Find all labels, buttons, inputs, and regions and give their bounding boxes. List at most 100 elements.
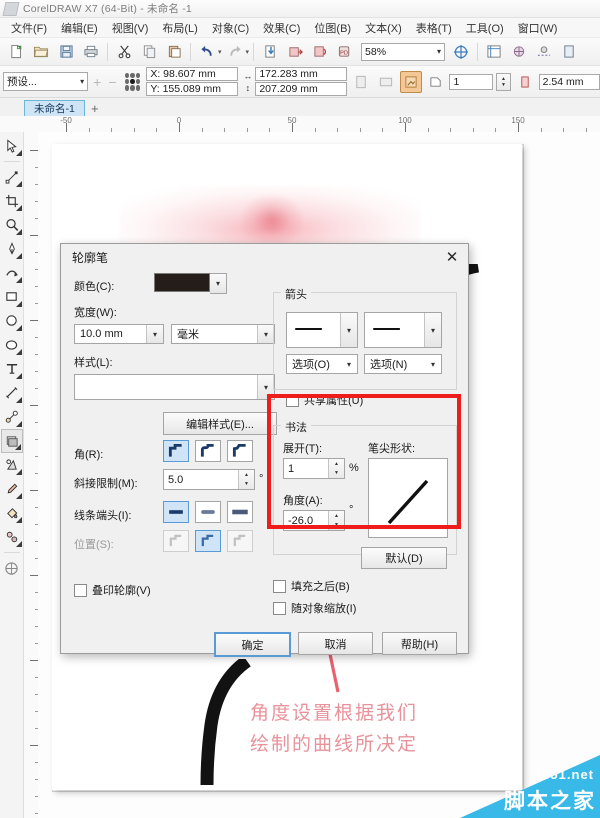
color-eyedropper-tool[interactable]: [1, 477, 23, 501]
undo-button[interactable]: [195, 40, 219, 64]
start-arrow-options-button[interactable]: 选项(O) ▾: [286, 354, 358, 374]
outline-centered-icon[interactable]: [195, 530, 221, 552]
object-width-field[interactable]: 172.283 mm: [255, 67, 348, 81]
clipboard-paste-button[interactable]: [162, 40, 186, 64]
cut-button[interactable]: [112, 40, 136, 64]
bevel-corner-icon[interactable]: [227, 440, 253, 462]
parallel-dimension-tool[interactable]: [1, 381, 23, 405]
width-value-combo[interactable]: 10.0 mm ▾: [74, 324, 164, 344]
open-document-button[interactable]: [29, 40, 53, 64]
object-x-field[interactable]: X: 98.607 mm: [146, 67, 239, 81]
bleed-field[interactable]: 2.54 mm: [538, 73, 600, 90]
checkbox-box[interactable]: [273, 601, 286, 615]
redo-button[interactable]: [223, 40, 247, 64]
ruler-corner-unit-button[interactable]: [0, 116, 24, 132]
object-height-field[interactable]: 207.209 mm: [255, 82, 348, 96]
landscape-orientation-button[interactable]: [375, 71, 397, 93]
butt-cap-icon[interactable]: [163, 501, 189, 523]
import-button[interactable]: [258, 40, 282, 64]
help-button[interactable]: 帮助(H): [382, 632, 457, 655]
behind-fill-checkbox[interactable]: 填充之后(B): [273, 578, 350, 594]
line-caps-options[interactable]: [163, 501, 253, 523]
menu-item-text[interactable]: 文本(X): [358, 18, 409, 38]
color-picker[interactable]: ▾: [154, 273, 227, 294]
menu-item-window[interactable]: 窗口(W): [511, 18, 565, 38]
cancel-button[interactable]: 取消: [298, 632, 373, 655]
straight-line-connector-tool[interactable]: [1, 405, 23, 429]
smart-drawing-tool[interactable]: [1, 525, 23, 549]
zoom-tool[interactable]: [1, 213, 23, 237]
zoom-level-combo[interactable]: 58% ▾: [361, 42, 446, 61]
miter-limit-spinner[interactable]: 5.0 ▲ ▼: [163, 469, 255, 490]
shape-tool[interactable]: [1, 165, 23, 189]
checkbox-box[interactable]: [273, 579, 286, 593]
angle-spinner[interactable]: -26.0 ▲ ▼: [283, 510, 345, 531]
stretch-spinner[interactable]: 1 ▲ ▼: [283, 458, 345, 479]
chevron-down-icon[interactable]: ▾: [341, 355, 357, 373]
outline-pen-flyout[interactable]: [1, 556, 23, 580]
spinner-buttons[interactable]: ▲ ▼: [238, 470, 254, 489]
menu-item-object[interactable]: 对象(C): [205, 18, 256, 38]
round-cap-icon[interactable]: [195, 501, 221, 523]
outline-inside-icon[interactable]: [227, 530, 253, 552]
outline-pen-dialog[interactable]: 轮廓笔 ✕ 颜色(C): ▾ 宽度(W): 10.0 mm ▾ 毫米 ▾ 样式(…: [60, 243, 469, 657]
menu-item-layout[interactable]: 布局(L): [155, 18, 204, 38]
page-count-spinner[interactable]: ▲ ▼: [496, 72, 511, 91]
close-icon[interactable]: ✕: [442, 247, 462, 267]
smart-fill-tool[interactable]: [1, 261, 23, 285]
export-button[interactable]: [283, 40, 307, 64]
menu-item-bitmaps[interactable]: 位图(B): [307, 18, 358, 38]
square-cap-icon[interactable]: [227, 501, 253, 523]
transparency-tool[interactable]: [1, 453, 23, 477]
checkbox-box[interactable]: [74, 583, 87, 597]
round-corner-icon[interactable]: [195, 440, 221, 462]
chevron-down-icon[interactable]: ▾: [257, 325, 274, 343]
portrait-orientation-button[interactable]: [350, 71, 372, 93]
vertical-ruler[interactable]: [24, 132, 39, 818]
end-arrow-combo[interactable]: ▾: [364, 312, 442, 348]
text-tool[interactable]: [1, 357, 23, 381]
preset-combo[interactable]: 预设... ▾: [3, 72, 89, 91]
chevron-down-icon[interactable]: ▾: [437, 47, 441, 56]
outline-outside-icon[interactable]: [163, 530, 189, 552]
show-guidelines-button[interactable]: [532, 40, 556, 64]
copy-button[interactable]: [137, 40, 161, 64]
chevron-down-icon[interactable]: ▾: [340, 313, 357, 347]
chevron-down-icon[interactable]: ▾: [146, 325, 163, 343]
ok-button[interactable]: 确定: [214, 632, 291, 657]
spinner-buttons[interactable]: ▲ ▼: [328, 511, 344, 530]
show-grid-button[interactable]: [507, 40, 531, 64]
chevron-down-icon[interactable]: ▾: [425, 355, 441, 373]
polygon-tool[interactable]: [1, 333, 23, 357]
overprint-outline-checkbox[interactable]: 叠印轮廓(V): [74, 582, 151, 598]
ellipse-tool[interactable]: [1, 309, 23, 333]
menu-item-table[interactable]: 表格(T): [409, 18, 459, 38]
end-arrow-options-button[interactable]: 选项(N) ▾: [364, 354, 442, 374]
interactive-fill-tool[interactable]: [1, 501, 23, 525]
show-rulers-button[interactable]: [482, 40, 506, 64]
spinner-buttons[interactable]: ▲ ▼: [328, 459, 344, 478]
page-count-field[interactable]: 1: [449, 73, 494, 90]
chevron-down-icon[interactable]: ▾: [257, 375, 274, 399]
object-anchor-grid[interactable]: [124, 72, 141, 91]
snap-to-button[interactable]: [557, 40, 581, 64]
save-document-button[interactable]: [54, 40, 78, 64]
full-screen-preview-button[interactable]: [449, 40, 473, 64]
miter-corner-icon[interactable]: [163, 440, 189, 462]
add-preset-button[interactable]: +: [91, 74, 103, 90]
chevron-down-icon[interactable]: ▾: [210, 273, 227, 294]
color-swatch[interactable]: [154, 273, 210, 292]
export-to-office-button[interactable]: [308, 40, 332, 64]
menu-item-view[interactable]: 视图(V): [105, 18, 156, 38]
start-arrow-combo[interactable]: ▾: [286, 312, 358, 348]
corner-options[interactable]: [163, 440, 253, 462]
menu-item-file[interactable]: 文件(F): [4, 18, 54, 38]
object-y-field[interactable]: Y: 155.089 mm: [146, 82, 239, 96]
new-document-tab-button[interactable]: +: [85, 100, 105, 116]
document-tab-untitled-1[interactable]: 未命名-1: [24, 100, 85, 116]
scale-with-object-checkbox[interactable]: 随对象缩放(I): [273, 600, 356, 616]
position-options[interactable]: [163, 530, 253, 552]
new-document-button[interactable]: [4, 40, 28, 64]
freehand-tool[interactable]: [1, 237, 23, 261]
page-setup-button[interactable]: [399, 70, 422, 93]
